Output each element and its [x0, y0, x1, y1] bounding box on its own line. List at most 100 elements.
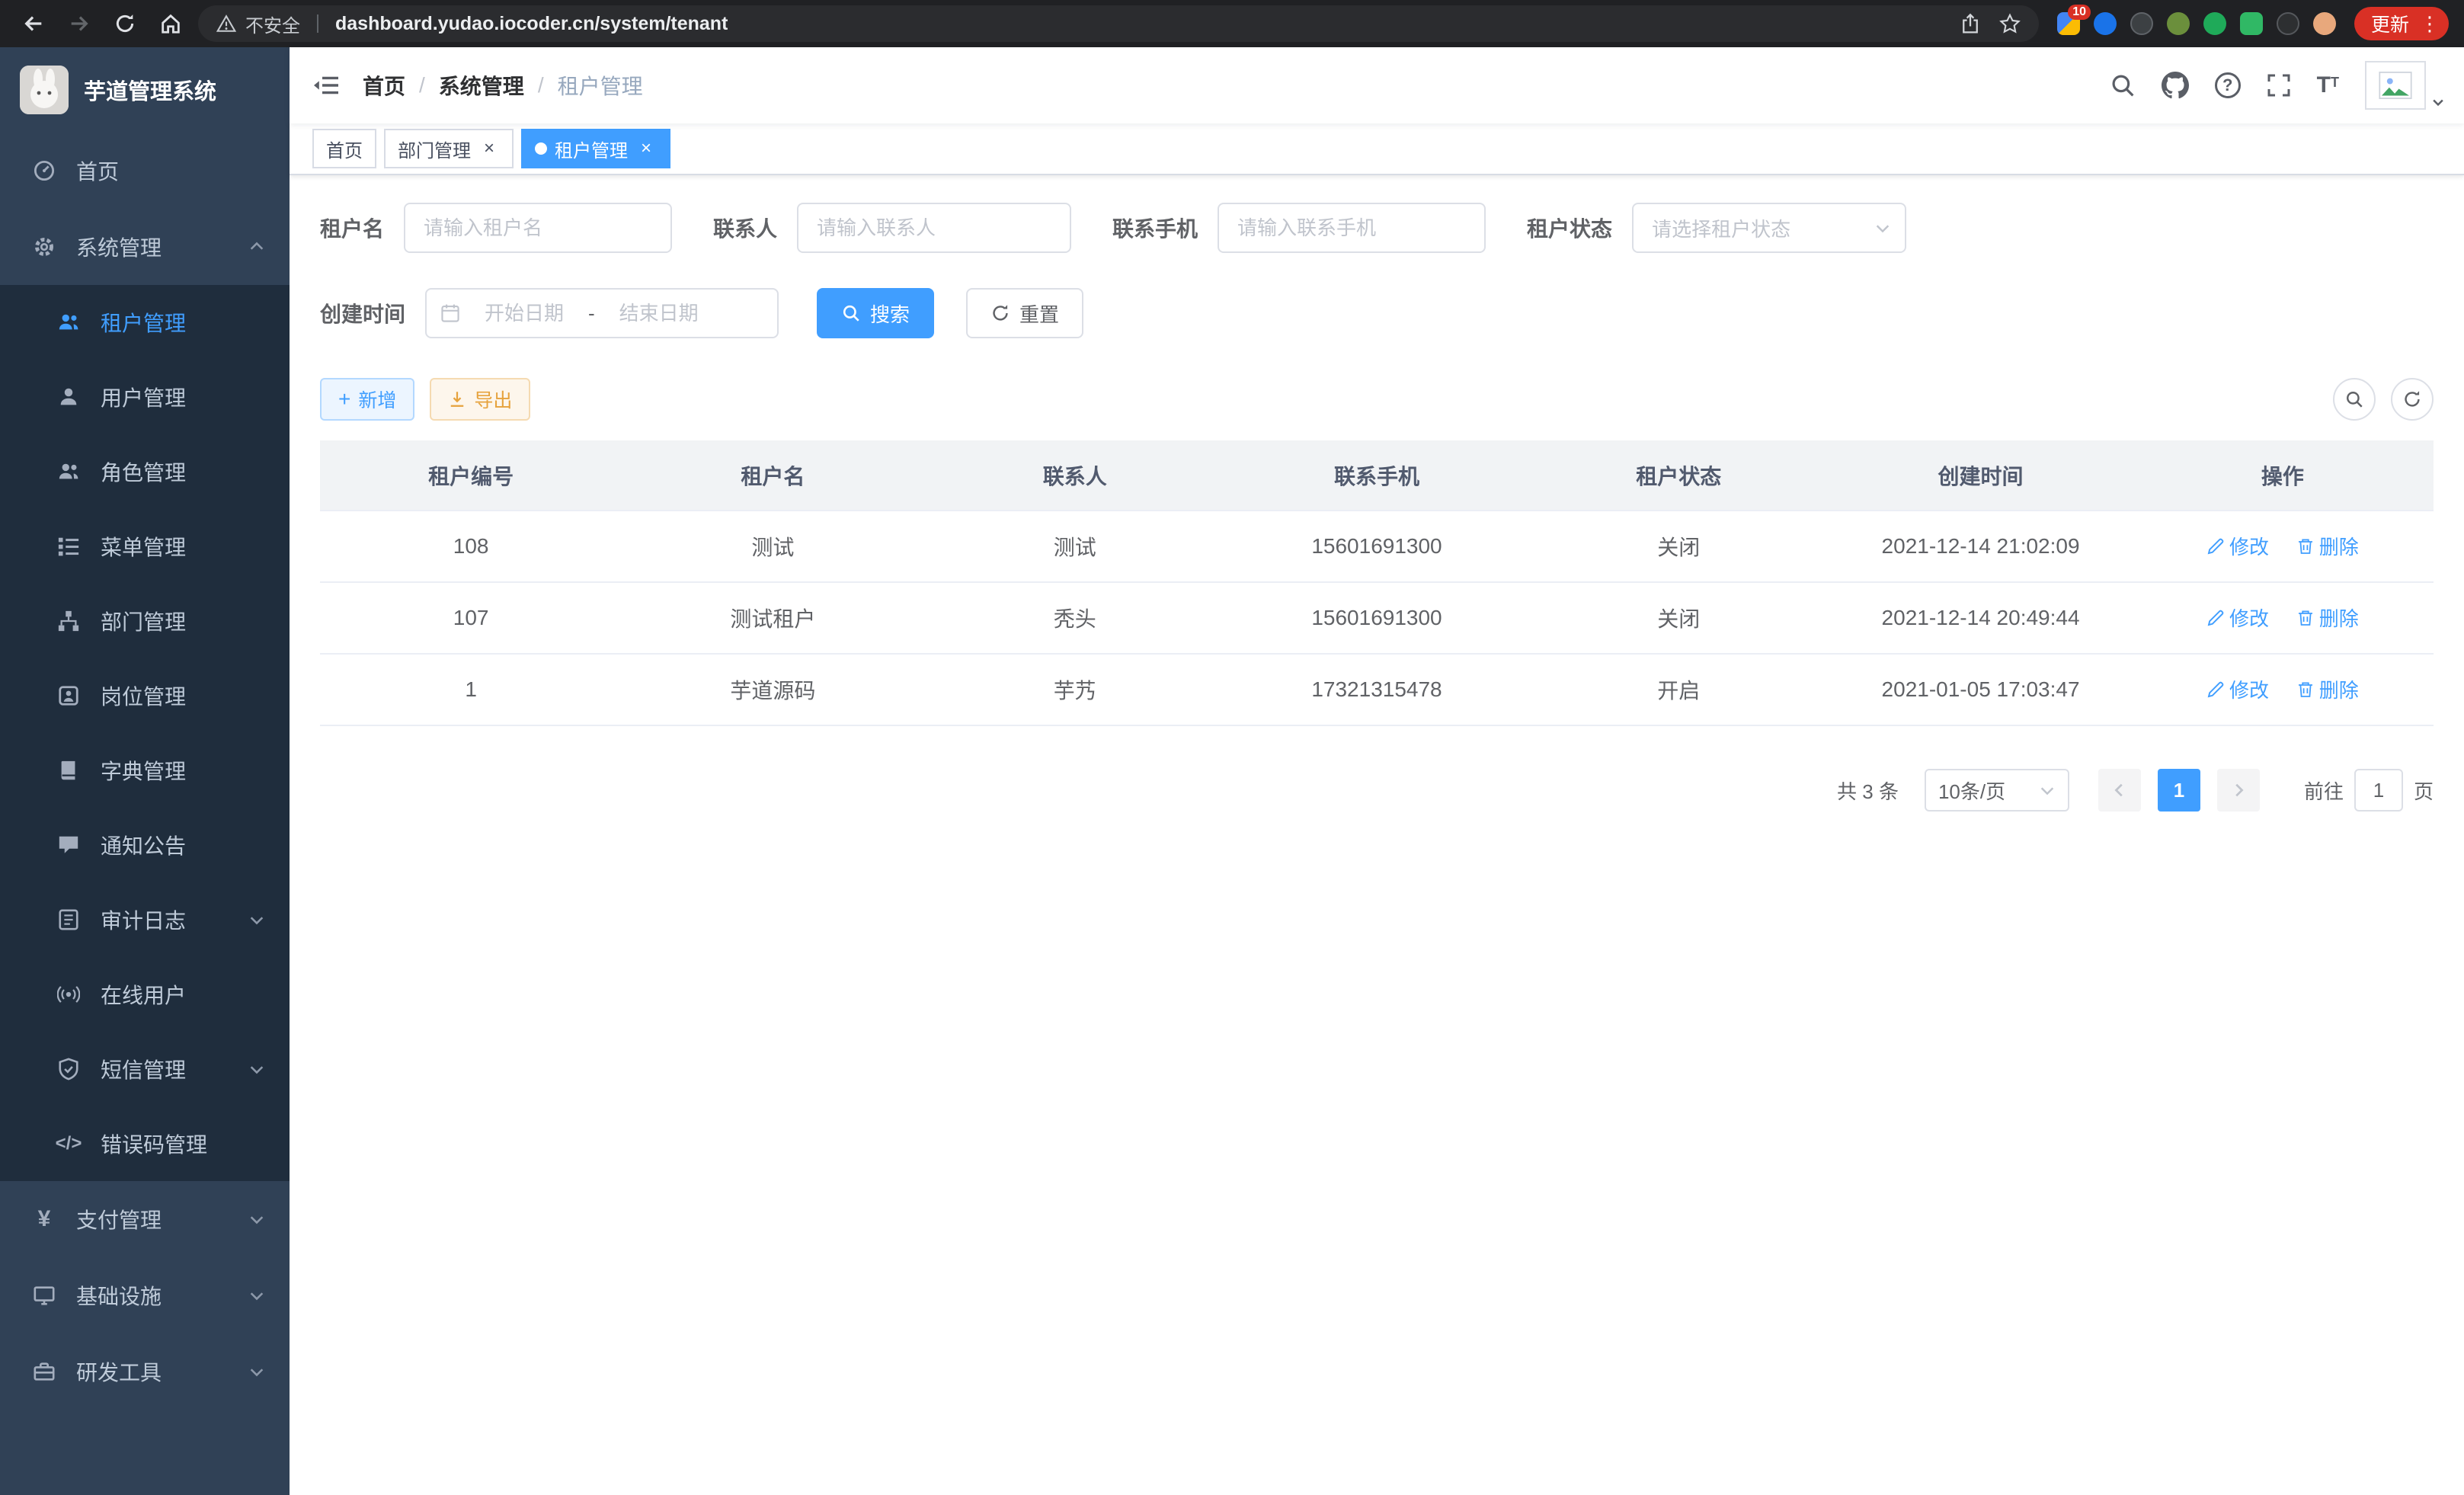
export-button[interactable]: 导出	[430, 378, 530, 421]
sidebar-item-tenant[interactable]: 租户管理	[0, 285, 290, 360]
browser-chrome: 不安全 dashboard.yudao.iocoder.cn/system/te…	[0, 0, 2464, 47]
extension-icon[interactable]	[2240, 12, 2263, 35]
back-button[interactable]	[15, 5, 52, 42]
reset-button[interactable]: 重置	[966, 288, 1083, 338]
users-icon	[56, 311, 81, 334]
chevron-down-icon	[248, 911, 265, 928]
sidebar-item-label: 字典管理	[101, 755, 186, 786]
delete-button[interactable]: 删除	[2296, 675, 2359, 703]
reload-button[interactable]	[107, 5, 143, 42]
avatar[interactable]	[2365, 61, 2426, 110]
sidebar-item-audit-log[interactable]: 审计日志	[0, 882, 290, 957]
extension-icon[interactable]	[2130, 12, 2153, 35]
breadcrumb-separator: /	[419, 73, 425, 98]
sidebar-toggle-button[interactable]	[290, 73, 363, 98]
puzzle-extension-icon[interactable]	[2277, 12, 2299, 35]
page-number-button[interactable]: 1	[2158, 769, 2200, 812]
close-icon[interactable]: ×	[478, 138, 500, 159]
kebab-menu-icon[interactable]: ⋮	[2420, 14, 2440, 34]
goto-page-input[interactable]	[2354, 769, 2403, 812]
breadcrumb-system[interactable]: 系统管理	[439, 70, 524, 101]
sidebar-logo[interactable]: 芋道管理系统	[0, 47, 290, 133]
fullscreen-button[interactable]	[2267, 73, 2291, 98]
document-edit-icon	[56, 908, 81, 931]
tenant-name-input[interactable]	[404, 203, 672, 253]
sidebar-item-sms[interactable]: 短信管理	[0, 1032, 290, 1106]
github-icon	[2162, 72, 2189, 99]
broken-image-icon	[2379, 72, 2412, 99]
date-range-picker[interactable]: -	[425, 288, 779, 338]
goto-label: 前往	[2304, 776, 2344, 805]
refresh-icon	[990, 303, 1010, 323]
extension-icon[interactable]: 10	[2057, 12, 2080, 35]
sidebar-item-post[interactable]: 岗位管理	[0, 658, 290, 733]
home-button[interactable]	[152, 5, 189, 42]
url-text[interactable]: dashboard.yudao.iocoder.cn/system/tenant	[335, 13, 728, 35]
github-link[interactable]	[2162, 72, 2189, 99]
sidebar-item-home[interactable]: 首页	[0, 133, 290, 209]
sidebar-item-error-code[interactable]: </> 错误码管理	[0, 1106, 290, 1181]
security-label[interactable]: 不安全	[245, 11, 300, 37]
forward-button[interactable]	[61, 5, 98, 42]
tab-tenant[interactable]: 租户管理 ×	[521, 129, 670, 168]
top-navbar: 首页 / 系统管理 / 租户管理 ?	[290, 47, 2464, 123]
sidebar-item-user[interactable]: 用户管理	[0, 360, 290, 434]
sidebar-item-label: 系统管理	[76, 232, 162, 262]
edit-button[interactable]: 修改	[2206, 532, 2269, 560]
monitor-icon	[32, 1284, 56, 1307]
share-icon[interactable]	[1960, 13, 1981, 34]
extension-icon[interactable]	[2094, 12, 2117, 35]
sidebar-item-system[interactable]: 系统管理	[0, 209, 290, 285]
tab-dept[interactable]: 部门管理 ×	[384, 129, 514, 168]
address-bar[interactable]: 不安全 dashboard.yudao.iocoder.cn/system/te…	[198, 5, 2039, 42]
status-select[interactable]: 请选择租户状态	[1632, 203, 1906, 253]
refresh-table-button[interactable]	[2391, 378, 2434, 421]
sidebar-item-menu[interactable]: 菜单管理	[0, 509, 290, 584]
sidebar-item-infrastructure[interactable]: 基础设施	[0, 1257, 290, 1333]
book-icon	[56, 759, 81, 782]
prev-page-button[interactable]	[2098, 769, 2141, 812]
edit-button[interactable]: 修改	[2206, 675, 2269, 703]
extension-icon[interactable]	[2203, 12, 2226, 35]
toggle-search-button[interactable]	[2333, 378, 2376, 421]
delete-button[interactable]: 删除	[2296, 603, 2359, 632]
contact-label: 联系人	[713, 213, 777, 243]
screen: 不安全 dashboard.yudao.iocoder.cn/system/te…	[0, 0, 2464, 1495]
edit-button[interactable]: 修改	[2206, 603, 2269, 632]
browser-update-button[interactable]: 更新 ⋮	[2354, 7, 2449, 40]
next-page-button[interactable]	[2217, 769, 2260, 812]
cell-tenant-name: 芋道源码	[622, 654, 923, 725]
extension-icon[interactable]	[2167, 12, 2190, 35]
page-size-select[interactable]: 10条/页	[1925, 769, 2069, 812]
help-button[interactable]: ?	[2215, 72, 2241, 98]
cell-status: 开启	[1528, 654, 1829, 725]
close-icon[interactable]: ×	[635, 138, 657, 159]
cell-tenant-name: 测试	[622, 511, 923, 582]
user-menu[interactable]	[2365, 61, 2446, 110]
sidebar-item-online-users[interactable]: 在线用户	[0, 957, 290, 1032]
sidebar-item-label: 研发工具	[76, 1356, 162, 1387]
sidebar-item-label: 首页	[76, 155, 119, 186]
sidebar-item-label: 支付管理	[76, 1204, 162, 1234]
sidebar-item-role[interactable]: 角色管理	[0, 434, 290, 509]
chevron-down-icon	[1874, 219, 1891, 236]
sidebar-item-label: 岗位管理	[101, 680, 186, 711]
start-date-input[interactable]	[466, 302, 582, 325]
header-search-button[interactable]	[2110, 72, 2136, 98]
profile-avatar[interactable]	[2313, 12, 2336, 35]
contact-input[interactable]	[797, 203, 1071, 253]
tab-home[interactable]: 首页	[312, 129, 376, 168]
sidebar-item-dict[interactable]: 字典管理	[0, 733, 290, 808]
font-size-button[interactable]: TT	[2317, 74, 2339, 97]
breadcrumb-home[interactable]: 首页	[363, 70, 405, 101]
search-button[interactable]: 搜索	[817, 288, 934, 338]
phone-input[interactable]	[1218, 203, 1486, 253]
sidebar-item-dev-tools[interactable]: 研发工具	[0, 1333, 290, 1410]
add-button[interactable]: + 新增	[320, 378, 414, 421]
sidebar-item-notice[interactable]: 通知公告	[0, 808, 290, 882]
end-date-input[interactable]	[601, 302, 717, 325]
sidebar-item-payment[interactable]: ¥ 支付管理	[0, 1181, 290, 1257]
delete-button[interactable]: 删除	[2296, 532, 2359, 560]
bookmark-star-icon[interactable]	[1999, 13, 2021, 34]
sidebar-item-dept[interactable]: 部门管理	[0, 584, 290, 658]
